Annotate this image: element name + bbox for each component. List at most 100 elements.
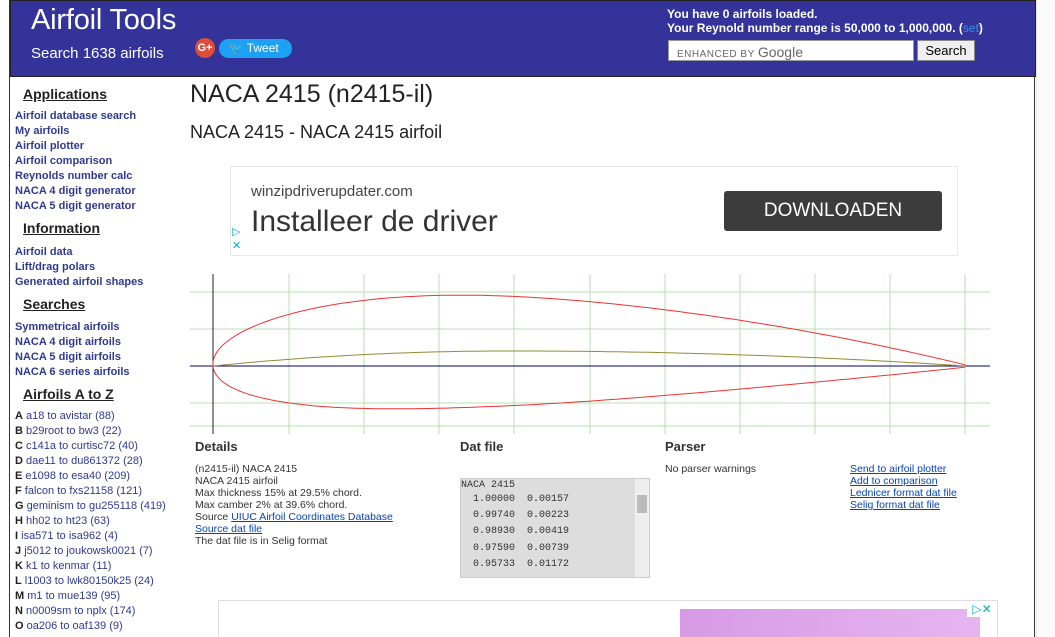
sidebar-az-item[interactable]: N n0009sm to nplx (174) — [15, 604, 180, 619]
parser-heading: Parser — [665, 439, 706, 454]
sidebar-search-link[interactable]: NACA 4 digit airfoils — [15, 335, 180, 350]
sidebar-az-item[interactable]: J j5012 to joukowsk0021 (7) — [15, 544, 180, 559]
sidebar-az-item[interactable]: M m1 to mue139 (95) — [15, 589, 180, 604]
google-plus-share-button[interactable]: G+ — [195, 38, 215, 58]
tweet-button[interactable]: 🐦 Tweet — [219, 39, 292, 58]
ad-choices-icon[interactable]: ▷ ✕ — [232, 225, 241, 253]
dat-file-textarea[interactable]: NACA 2415 1.00000 0.00157 0.99740 0.0022… — [460, 478, 650, 578]
az-letter: B — [15, 425, 23, 437]
az-range[interactable]: l1003 to lwk80150k25 (24) — [25, 575, 154, 587]
dat-file-scrollbar[interactable] — [635, 479, 649, 577]
details-line: NACA 2415 airfoil — [195, 475, 278, 487]
sidebar-az-item[interactable]: C c141a to curtisc72 (40) — [15, 439, 180, 454]
az-range[interactable]: b29root to bw3 (22) — [26, 425, 121, 437]
az-letter: L — [15, 575, 22, 587]
details-line: Max thickness 15% at 29.5% chord. — [195, 487, 362, 499]
page-scrollbar[interactable] — [1036, 0, 1055, 637]
twitter-bird-icon: 🐦 — [229, 43, 243, 55]
az-range[interactable]: m1 to mue139 (95) — [27, 590, 120, 602]
dat-file-scroll-thumb[interactable] — [637, 495, 647, 513]
tweet-label: Tweet — [246, 41, 279, 55]
az-range[interactable]: dae11 to du861372 (28) — [26, 455, 143, 467]
sidebar-information-link[interactable]: Lift/drag polars — [15, 260, 180, 275]
parser-link[interactable]: Selig format dat file — [850, 499, 957, 511]
sidebar-az-item[interactable]: I isa571 to isa962 (4) — [15, 529, 180, 544]
details-source-prefix: Source — [195, 511, 232, 523]
sidebar-az-item[interactable]: H hh02 to ht23 (63) — [15, 514, 180, 529]
search-button[interactable]: Search — [917, 40, 975, 61]
az-range[interactable]: oa206 to oaf139 (9) — [27, 620, 123, 632]
details-line: (n2415-il) NACA 2415 — [195, 463, 298, 475]
page-frame: Airfoil Tools Search 1638 airfoils G+ 🐦 T… — [9, 0, 1036, 637]
reynolds-range-text: Your Reynold number range is 50,000 to 1… — [667, 21, 963, 35]
ad-close-icon[interactable]: ▷✕ — [967, 601, 997, 617]
parser-link[interactable]: Send to airfoil plotter — [850, 463, 957, 475]
dat-file-row: 0.95733 0.01172 — [467, 558, 570, 570]
az-range[interactable]: e1098 to esa40 (209) — [25, 470, 130, 482]
sidebar-application-link[interactable]: NACA 5 digit generator — [15, 199, 180, 214]
sidebar-search-link[interactable]: NACA 6 series airfoils — [15, 365, 180, 380]
sidebar-az-item[interactable]: E e1098 to esa40 (209) — [15, 469, 180, 484]
az-letter: N — [15, 605, 23, 617]
az-range[interactable]: c141a to curtisc72 (40) — [26, 440, 138, 452]
az-letter: J — [15, 545, 22, 557]
set-reynolds-link[interactable]: set — [963, 21, 979, 35]
az-letter: I — [15, 530, 19, 542]
az-range[interactable]: isa571 to isa962 (4) — [21, 530, 118, 542]
sidebar-application-link[interactable]: Airfoil comparison — [15, 154, 180, 169]
dat-file-row: 0.97590 0.00739 — [467, 542, 570, 554]
advertisement-banner[interactable]: winzipdriverupdater.com Installeer de dr… — [230, 166, 958, 256]
sidebar-application-link[interactable]: Airfoil database search — [15, 109, 180, 124]
az-letter: A — [15, 410, 23, 422]
sidebar-az-item[interactable]: A a18 to avistar (88) — [15, 409, 180, 424]
az-range[interactable]: k1 to kenmar (11) — [26, 560, 111, 572]
sidebar-application-link[interactable]: My airfoils — [15, 124, 180, 139]
sidebar-application-link[interactable]: Reynolds number calc — [15, 169, 180, 184]
az-range[interactable]: falcon to fxs21158 (121) — [25, 485, 142, 497]
uiuc-database-link[interactable]: UIUC Airfoil Coordinates Database — [231, 511, 393, 523]
ad-download-button[interactable]: DOWNLOADEN — [724, 191, 942, 231]
az-range[interactable]: j5012 to joukowsk0021 (7) — [24, 545, 152, 557]
source-dat-file-link[interactable]: Source dat file — [195, 523, 393, 535]
az-range[interactable]: n0009sm to nplx (174) — [26, 605, 135, 617]
az-letter: E — [15, 470, 23, 482]
sidebar-head-applications[interactable]: Applications — [23, 86, 180, 102]
sidebar-az-item[interactable]: L l1003 to lwk80150k25 (24) — [15, 574, 180, 589]
parser-link[interactable]: Lednicer format dat file — [850, 487, 957, 499]
az-letter: F — [15, 485, 22, 497]
sidebar-az-item[interactable]: K k1 to kenmar (11) — [15, 559, 180, 574]
ad-headline[interactable]: Installeer de driver — [251, 205, 498, 239]
sidebar-az-item[interactable]: G geminism to gu255118 (419) — [15, 499, 180, 514]
sidebar-az-item[interactable]: D dae11 to du861372 (28) — [15, 454, 180, 469]
search-enhanced-label: ENHANCED BY — [677, 49, 755, 60]
sidebar-head-searches[interactable]: Searches — [23, 296, 180, 312]
parser-link[interactable]: Add to comparison — [850, 475, 957, 487]
sidebar-information-link[interactable]: Airfoil data — [15, 245, 180, 260]
details-line: Max camber 2% at 39.6% chord. — [195, 499, 348, 511]
site-title[interactable]: Airfoil Tools — [31, 4, 176, 37]
az-letter: K — [15, 560, 23, 572]
sidebar-application-link[interactable]: Airfoil plotter — [15, 139, 180, 154]
sidebar-head-airfoils-a-to-z[interactable]: Airfoils A to Z — [23, 386, 180, 402]
sidebar-search-link[interactable]: NACA 5 digit airfoils — [15, 350, 180, 365]
az-letter: G — [15, 500, 24, 512]
sidebar-az-item[interactable]: F falcon to fxs21158 (121) — [15, 484, 180, 499]
sidebar-az-item[interactable]: O oa206 to oaf139 (9) — [15, 619, 180, 634]
sidebar-application-link[interactable]: NACA 4 digit generator — [15, 184, 180, 199]
az-range[interactable]: geminism to gu255118 (419) — [27, 500, 166, 512]
sidebar-az-item[interactable]: B b29root to bw3 (22) — [15, 424, 180, 439]
az-letter: C — [15, 440, 23, 452]
reynolds-range: Your Reynold number range is 50,000 to 1… — [667, 21, 983, 35]
dat-format-note: The dat file is in Selig format — [195, 535, 328, 547]
az-range[interactable]: hh02 to ht23 (63) — [26, 515, 110, 527]
sidebar-search-link[interactable]: Symmetrical airfoils — [15, 320, 180, 335]
sidebar-head-information[interactable]: Information — [23, 220, 180, 236]
bottom-advertisement[interactable]: ▷✕ — [218, 600, 998, 637]
dat-file-row: 0.98930 0.00419 — [467, 526, 570, 538]
bottom-ad-image[interactable] — [680, 609, 980, 637]
sidebar-information-link[interactable]: Generated airfoil shapes — [15, 275, 180, 290]
az-range[interactable]: a18 to avistar (88) — [26, 410, 115, 422]
details-source: Source UIUC Airfoil Coordinates Database — [195, 511, 393, 523]
ad-domain: winzipdriverupdater.com — [251, 183, 413, 200]
search-input[interactable]: ENHANCED BY Google — [668, 40, 914, 61]
